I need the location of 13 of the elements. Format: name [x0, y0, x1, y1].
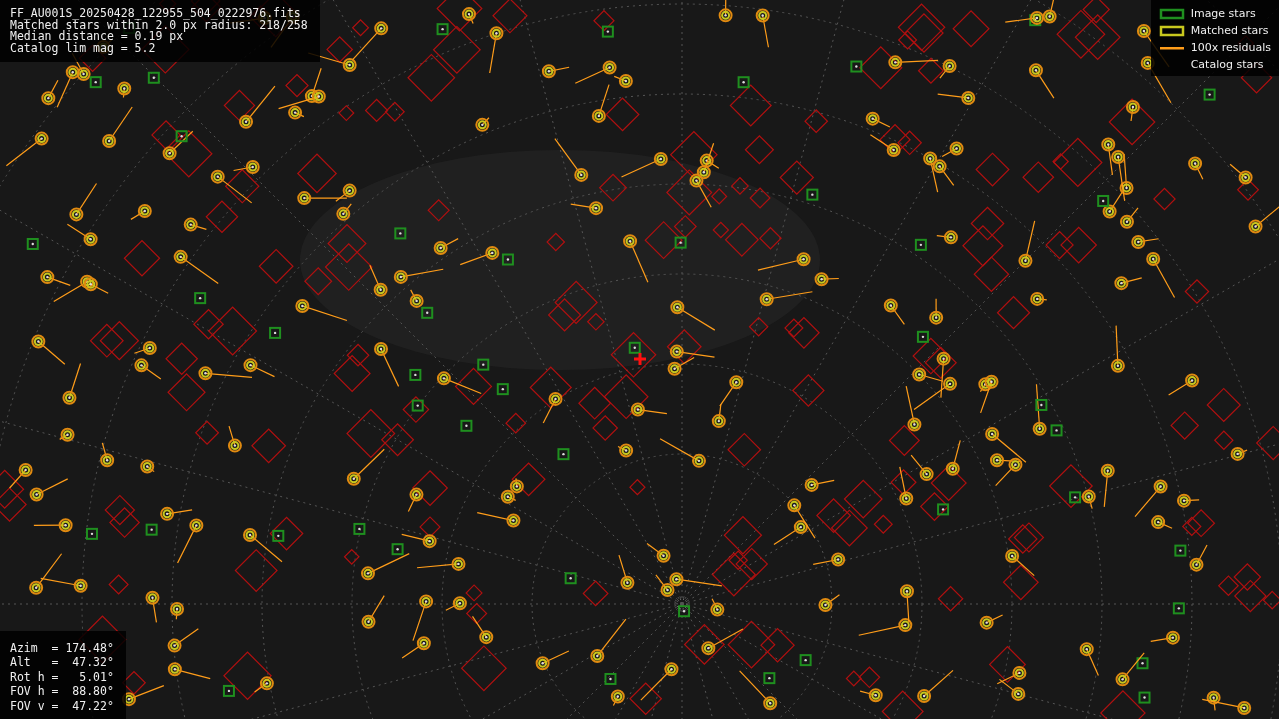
pointing-text: Azim = 174.48° [10, 640, 114, 655]
info-text: Median distance = 0.19 px [10, 31, 184, 43]
legend-label: Catalog stars [1190, 57, 1265, 72]
info-text: Matched stars within 2.0 px radius: 218/258 [10, 19, 308, 31]
info-text: FF_AU001S_20250428_122955_504_0222976.fits [10, 8, 302, 20]
pointing-text: FOV v = 47.22° [10, 698, 114, 713]
pointing-text: Rot h = 5.01° [10, 669, 114, 684]
legend-label: Image stars [1190, 6, 1257, 21]
legend-label: 100x residuals [1190, 40, 1271, 55]
legend-label: Matched stars [1190, 23, 1270, 38]
pointing-text: Alt = 47.32° [10, 655, 114, 670]
info-text: Catalog lim mag = 5.2 [10, 42, 157, 54]
pointing-text: FOV h = 88.80° [10, 684, 114, 699]
